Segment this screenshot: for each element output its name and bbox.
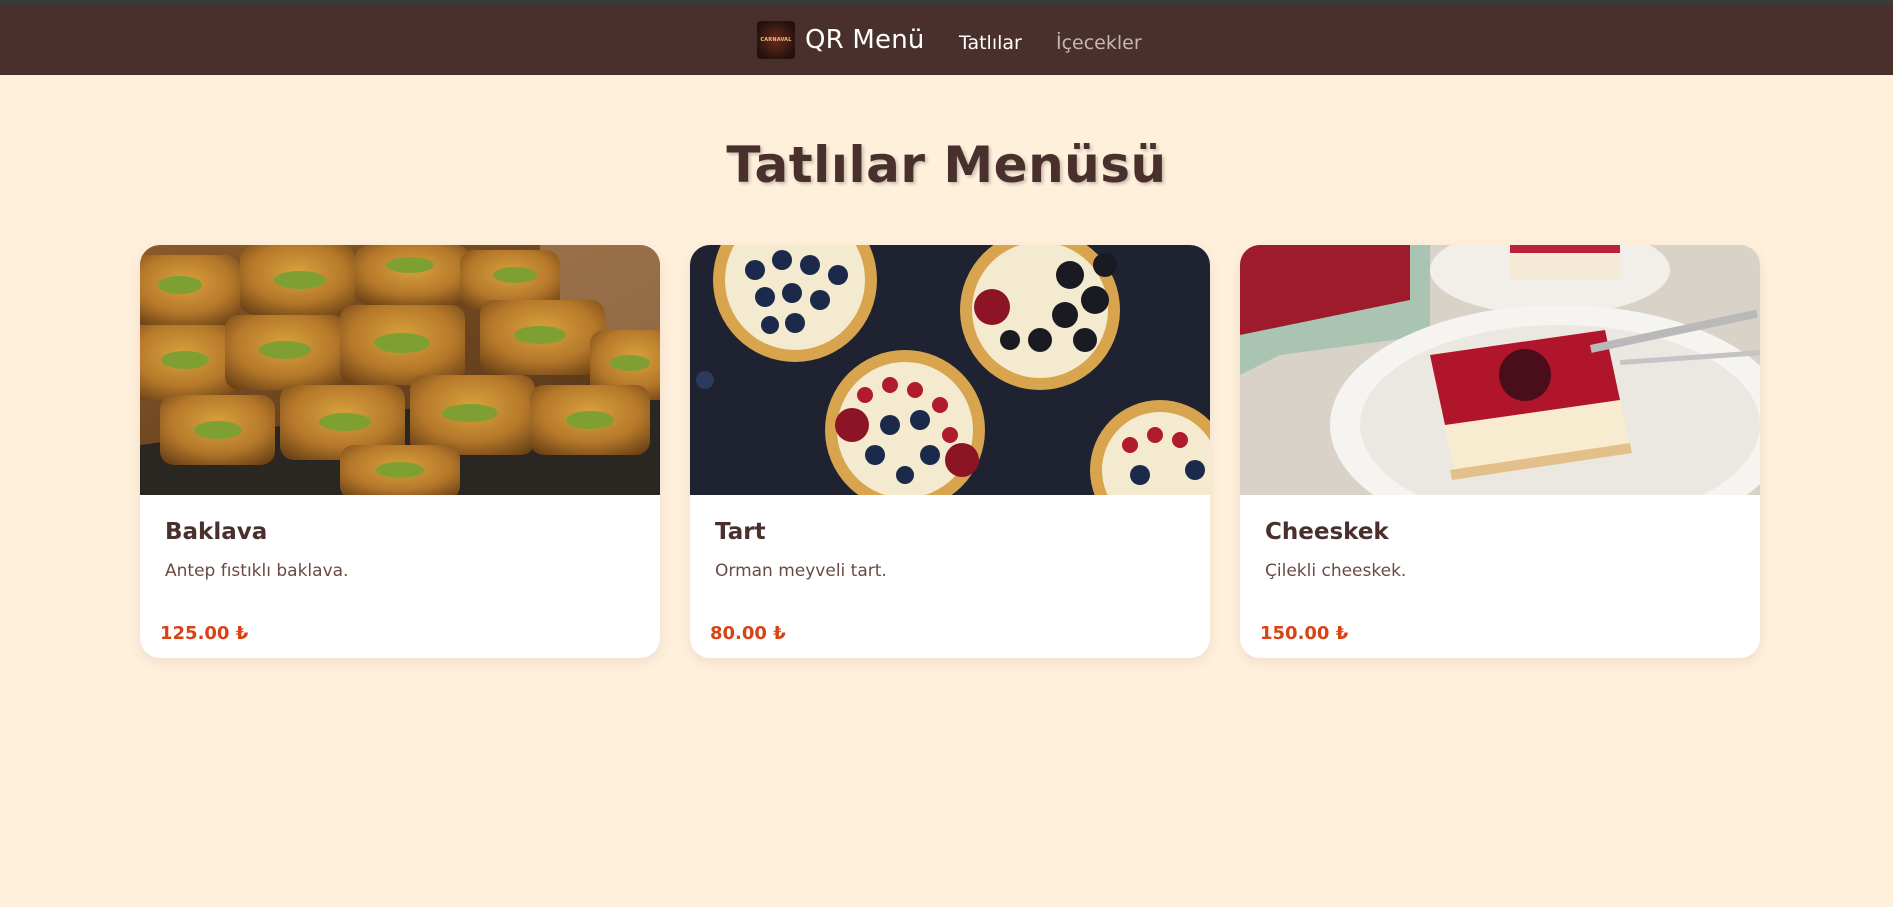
nav-link-tatlilar[interactable]: Tatlılar (959, 32, 1022, 54)
product-name: Baklava (165, 519, 268, 545)
brand[interactable]: CARNAVAL QR Menü (757, 20, 925, 60)
product-card-baklava[interactable]: Baklava Antep fıstıklı baklava. 125.00 ₺ (140, 245, 660, 658)
nav-link-icecekler[interactable]: İçecekler (1056, 32, 1142, 54)
cheesecake-photo (1240, 245, 1760, 495)
product-description: Orman meyveli tart. (715, 561, 887, 581)
product-name: Cheeskek (1265, 519, 1389, 545)
top-navbar: CARNAVAL QR Menü Tatlılar İçecekler (0, 0, 1893, 75)
baklava-photo (140, 245, 660, 495)
brand-title: QR Menü (805, 25, 925, 55)
logo-icon: CARNAVAL (757, 21, 795, 59)
product-description: Antep fıstıklı baklava. (165, 561, 349, 581)
page-title: Tatlılar Menüsü (726, 136, 1167, 194)
logo-text: CARNAVAL (760, 37, 792, 43)
product-price: 125.00 ₺ (160, 623, 249, 644)
product-description: Çilekli cheeskek. (1265, 561, 1407, 581)
berry-tart-photo (690, 245, 1210, 495)
product-name: Tart (715, 519, 766, 545)
product-price: 150.00 ₺ (1260, 623, 1349, 644)
product-price: 80.00 ₺ (710, 623, 786, 644)
product-card-cheeskek[interactable]: Cheeskek Çilekli cheeskek. 150.00 ₺ (1240, 245, 1760, 658)
product-card-tart[interactable]: Tart Orman meyveli tart. 80.00 ₺ (690, 245, 1210, 658)
